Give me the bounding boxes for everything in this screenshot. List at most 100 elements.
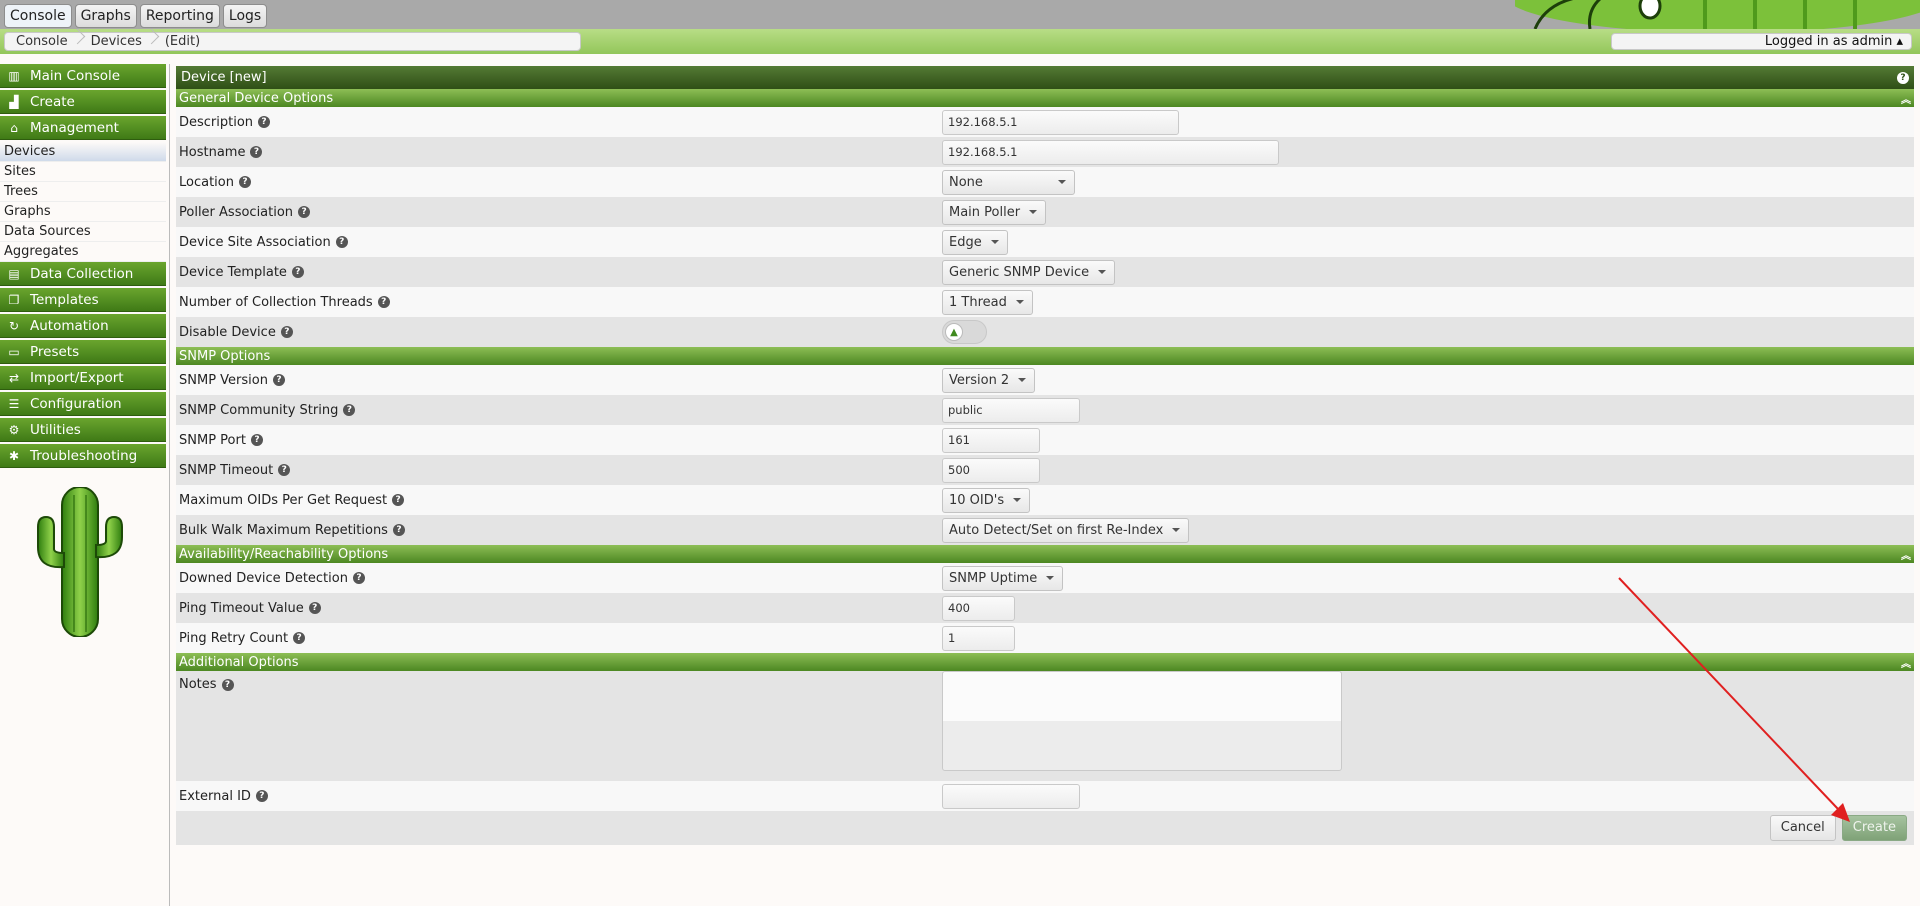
sidebar-data-collection[interactable]: ▤ Data Collection [0, 262, 166, 286]
sidebar-presets[interactable]: ▭ Presets [0, 340, 166, 364]
help-icon[interactable]: ? [377, 296, 390, 308]
help-icon[interactable]: ? [221, 678, 234, 691]
home-icon: ⌂ [10, 120, 18, 135]
downed-detection-select[interactable]: SNMP Uptime [942, 565, 1064, 591]
caret-down-icon [1046, 576, 1055, 580]
section-general[interactable]: General Device Options ︽ [176, 89, 1914, 107]
sidebar-troubleshooting[interactable]: ✱ Troubleshooting [0, 444, 166, 468]
disable-device-toggle[interactable]: ▲ [942, 320, 987, 344]
ping-timeout-input[interactable]: 400 [942, 595, 1015, 621]
sidebar-item-devices[interactable]: Devices [0, 142, 166, 162]
breadcrumb-edit: (Edit) [164, 34, 201, 49]
community-input[interactable]: public [942, 397, 1080, 423]
row-snmp-timeout: SNMP Timeout? 500 [176, 455, 1914, 485]
caret-down-icon [1058, 180, 1066, 184]
snmp-version-select[interactable]: Version 2 [942, 367, 1036, 393]
snmp-port-input[interactable]: 161 [942, 427, 1040, 453]
availability-rows: Downed Device Detection? SNMP Uptime Pin… [176, 563, 1914, 653]
row-external-id: External ID? [176, 781, 1914, 811]
section-additional[interactable]: Additional Options ︽ [176, 653, 1914, 671]
help-icon[interactable]: ? [392, 494, 405, 506]
bulk-walk-select[interactable]: Auto Detect/Set on first Re-Index [942, 517, 1190, 543]
breadcrumb-console[interactable]: Console [5, 34, 80, 49]
sidebar-create[interactable]: ▟ Create [0, 90, 166, 114]
exchange-icon: ⇄ [8, 370, 20, 385]
sidebar-main-console[interactable]: ▥ Main Console [0, 64, 166, 88]
additional-rows: Notes? External ID? [176, 671, 1914, 811]
sidebar-configuration[interactable]: ☰ Configuration [0, 392, 166, 416]
row-location: Location? None [176, 167, 1914, 197]
section-availability[interactable]: Availability/Reachability Options ︽ [176, 545, 1914, 563]
cancel-button[interactable]: Cancel [1769, 815, 1836, 841]
hostname-input[interactable]: 192.168.5.1 [942, 139, 1279, 165]
help-icon[interactable]: ? [392, 524, 405, 536]
collapse-icon[interactable]: ︽ [1901, 547, 1911, 562]
tab-reporting[interactable]: Reporting [139, 4, 220, 28]
help-icon[interactable]: ? [250, 146, 263, 158]
help-icon[interactable]: ? [258, 116, 271, 128]
sidebar-item-aggregates[interactable]: Aggregates [0, 242, 166, 262]
snmp-timeout-input[interactable]: 500 [942, 457, 1040, 483]
external-id-input[interactable] [942, 783, 1080, 809]
caret-down-icon [1018, 378, 1027, 382]
help-icon[interactable]: ? [335, 236, 348, 248]
row-site: Device Site Association? Edge [176, 227, 1914, 257]
help-icon[interactable]: ? [352, 572, 365, 584]
location-select[interactable]: None [942, 169, 1075, 195]
row-poller: Poller Association? Main Poller [176, 197, 1914, 227]
toggle-knob-icon: ▲ [945, 323, 963, 341]
row-bulk-walk: Bulk Walk Maximum Repetitions? Auto Dete… [176, 515, 1914, 545]
help-icon[interactable]: ? [280, 326, 293, 338]
tab-graphs[interactable]: Graphs [74, 4, 137, 28]
site-select[interactable]: Edge [942, 229, 1008, 255]
top-bar: Console Graphs Reporting Logs [0, 0, 1920, 29]
general-rows: Description? 192.168.5.1 Hostname? 192.1… [176, 107, 1914, 347]
row-downed-detection: Downed Device Detection? SNMP Uptime [176, 563, 1914, 593]
help-icon[interactable]: ? [278, 464, 291, 476]
notes-textarea[interactable] [942, 671, 1342, 771]
help-icon[interactable]: ? [272, 374, 285, 386]
template-select[interactable]: Generic SNMP Device [942, 259, 1116, 285]
sidebar-utilities[interactable]: ⚙ Utilities [0, 418, 166, 442]
description-input[interactable]: 192.168.5.1 [942, 109, 1179, 135]
sidebar-templates[interactable]: ❐ Templates [0, 288, 166, 312]
database-icon: ▤ [8, 266, 20, 281]
caret-down-icon [1029, 210, 1038, 214]
breadcrumb-devices[interactable]: Devices [80, 34, 154, 49]
poller-select[interactable]: Main Poller [942, 199, 1047, 225]
cactus-banner-icon [1515, 0, 1920, 29]
help-icon[interactable]: ? [1897, 71, 1909, 84]
sidebar-automation[interactable]: ↻ Automation [0, 314, 166, 338]
help-icon[interactable]: ? [298, 206, 311, 218]
sidebar-item-data-sources[interactable]: Data Sources [0, 222, 166, 242]
archive-icon: ▭ [8, 344, 20, 359]
section-snmp: SNMP Options [176, 347, 1914, 365]
help-icon[interactable]: ? [293, 632, 306, 644]
help-icon[interactable]: ? [343, 404, 356, 416]
help-icon[interactable]: ? [250, 434, 263, 446]
help-icon[interactable]: ? [238, 176, 251, 188]
sidebar-item-graphs[interactable]: Graphs [0, 202, 166, 222]
tab-console[interactable]: Console [4, 4, 72, 28]
row-notes: Notes? [176, 671, 1914, 781]
caret-down-icon [1015, 300, 1024, 304]
create-button[interactable]: Create [1841, 815, 1907, 841]
max-oids-select[interactable]: 10 OID's [942, 487, 1031, 513]
user-menu[interactable]: Logged in as admin ▴ [1611, 33, 1912, 50]
threads-select[interactable]: 1 Thread [942, 289, 1033, 315]
caret-down-icon [1172, 528, 1181, 532]
collapse-icon[interactable]: ︽ [1901, 91, 1911, 106]
collapse-icon[interactable]: ︽ [1901, 655, 1911, 670]
help-icon[interactable]: ? [255, 790, 268, 802]
tab-logs[interactable]: Logs [222, 4, 268, 28]
sidebar-item-trees[interactable]: Trees [0, 182, 166, 202]
gears-icon: ⚙ [8, 422, 20, 437]
sidebar-management[interactable]: ⌂ Management [0, 116, 166, 140]
top-tabs: Console Graphs Reporting Logs [4, 4, 268, 28]
help-icon[interactable]: ? [291, 266, 304, 278]
sidebar-item-sites[interactable]: Sites [0, 162, 166, 182]
sidebar-import-export[interactable]: ⇄ Import/Export [0, 366, 166, 390]
row-max-oids: Maximum OIDs Per Get Request? 10 OID's [176, 485, 1914, 515]
ping-retry-input[interactable]: 1 [942, 625, 1015, 651]
help-icon[interactable]: ? [308, 602, 321, 614]
